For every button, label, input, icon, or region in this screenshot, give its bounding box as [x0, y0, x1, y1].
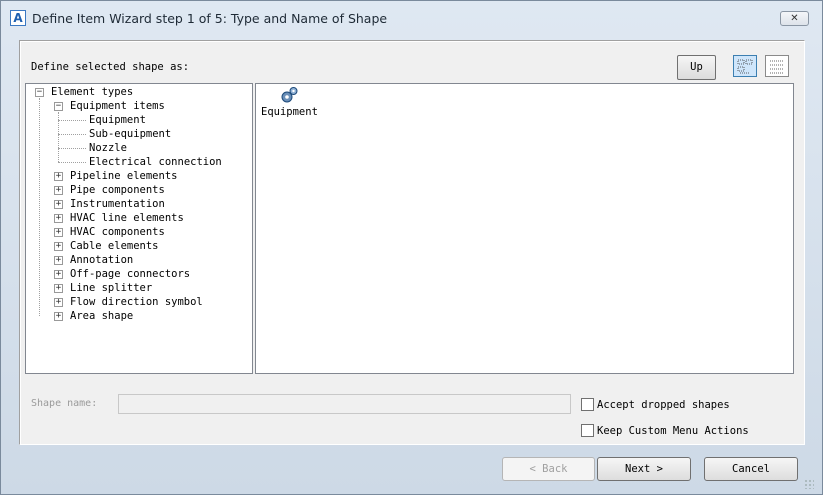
expand-toggle[interactable]: +	[54, 256, 63, 265]
accept-dropped-shapes-checkbox[interactable]	[581, 398, 594, 411]
define-shape-label: Define selected shape as:	[31, 61, 190, 73]
tree-item-instrumentation[interactable]: Instrumentation	[70, 197, 165, 211]
close-button[interactable]: ✕	[780, 11, 809, 26]
large-icons-view-button[interactable]	[733, 55, 757, 77]
title-bar: A Define Item Wizard step 1 of 5: Type a…	[1, 1, 822, 37]
tree-root-element-types[interactable]: Element types	[51, 85, 133, 99]
tree-item-nozzle[interactable]: Nozzle	[89, 141, 127, 155]
expand-toggle[interactable]: +	[54, 186, 63, 195]
accept-dropped-shapes-label: Accept dropped shapes	[597, 399, 730, 411]
tree-item-line-splitter[interactable]: Line splitter	[70, 281, 152, 295]
expand-toggle[interactable]: +	[54, 172, 63, 181]
shape-item-equipment-label[interactable]: Equipment	[261, 106, 318, 118]
tree-connector	[58, 148, 86, 150]
shape-name-label: Shape name:	[31, 398, 98, 409]
tree-item-equipment-items[interactable]: Equipment items	[70, 99, 165, 113]
expand-toggle[interactable]: +	[54, 284, 63, 293]
expand-toggle[interactable]: +	[54, 214, 63, 223]
tree-item-flow-direction-symbol[interactable]: Flow direction symbol	[70, 295, 203, 309]
up-button[interactable]: Up	[677, 55, 716, 80]
window-title: Define Item Wizard step 1 of 5: Type and…	[32, 11, 388, 26]
expand-toggle[interactable]: +	[54, 242, 63, 251]
expand-toggle[interactable]: +	[54, 228, 63, 237]
tree-item-hvac-line-elements[interactable]: HVAC line elements	[70, 211, 184, 225]
tree-item-sub-equipment[interactable]: Sub-equipment	[89, 127, 171, 141]
tree-item-pipe-components[interactable]: Pipe components	[70, 183, 165, 197]
large-icons-view-icon	[737, 59, 753, 74]
shape-name-input[interactable]	[118, 394, 571, 414]
resize-grip-icon[interactable]	[804, 479, 814, 489]
small-icons-view-icon	[770, 60, 784, 74]
tree-item-off-page-connectors[interactable]: Off-page connectors	[70, 267, 190, 281]
tree-item-pipeline-elements[interactable]: Pipeline elements	[70, 169, 177, 183]
tree-connector	[58, 120, 86, 122]
app-logo-icon: A	[10, 10, 26, 26]
keep-custom-menu-actions-checkbox[interactable]	[581, 424, 594, 437]
gears-icon[interactable]	[279, 86, 299, 104]
expand-toggle[interactable]: +	[54, 312, 63, 321]
expand-toggle[interactable]: +	[54, 298, 63, 307]
tree-connector	[58, 134, 86, 136]
tree-connector	[58, 162, 86, 164]
tree-item-annotation[interactable]: Annotation	[70, 253, 133, 267]
small-icons-view-button[interactable]	[765, 55, 789, 77]
next-button[interactable]: Next >	[597, 457, 691, 481]
tree-item-hvac-components[interactable]: HVAC components	[70, 225, 165, 239]
collapse-root-toggle[interactable]: −	[35, 88, 44, 97]
tree-item-equipment[interactable]: Equipment	[89, 113, 146, 127]
cancel-button[interactable]: Cancel	[704, 457, 798, 481]
expand-toggle[interactable]: +	[54, 200, 63, 209]
collapse-equipment-items-toggle[interactable]: −	[54, 102, 63, 111]
tree-item-area-shape[interactable]: Area shape	[70, 309, 133, 323]
tree-item-electrical-connection[interactable]: Electrical connection	[89, 155, 222, 169]
back-button[interactable]: < Back	[502, 457, 595, 481]
expand-toggle[interactable]: +	[54, 270, 63, 279]
keep-custom-menu-actions-label: Keep Custom Menu Actions	[597, 425, 749, 437]
shape-list-view[interactable]	[255, 83, 794, 374]
tree-item-cable-elements[interactable]: Cable elements	[70, 239, 159, 253]
tree-connector	[39, 98, 41, 316]
